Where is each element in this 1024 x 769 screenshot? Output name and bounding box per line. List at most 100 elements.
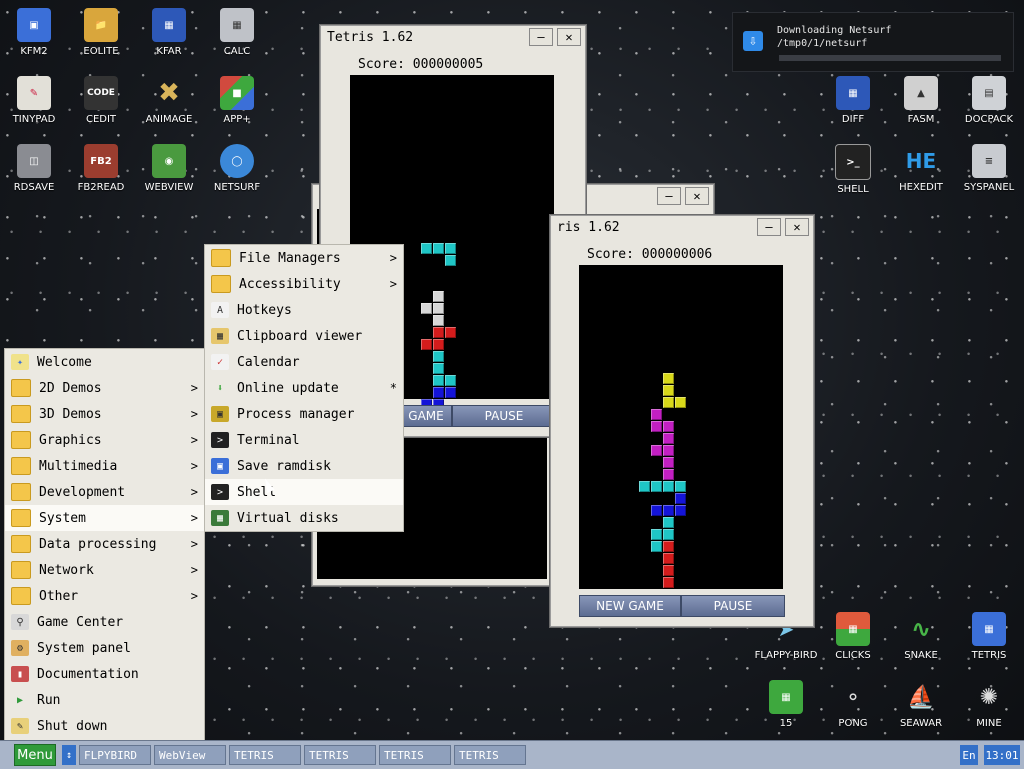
- pause-button[interactable]: PAUSE: [681, 595, 785, 617]
- desktop-icon-eolite[interactable]: 📁 EOLITE: [67, 8, 135, 57]
- start-menu-item-welcome[interactable]: ✦ Welcome: [5, 349, 204, 375]
- system-submenu: File Managers > Accessibility > A Hotkeys ▦ Cli…: [204, 244, 404, 532]
- desktop-icon-kfar[interactable]: ▦ KFAR: [135, 8, 203, 57]
- download-notification[interactable]: ⇩ Downloading Netsurf /tmp0/1/netsurf: [732, 12, 1014, 72]
- desktop-icon-app-plus[interactable]: ■ APP+: [203, 76, 271, 125]
- desktop-icon-hexedit[interactable]: HE HEXEDIT: [887, 144, 955, 193]
- task-button[interactable]: TETRIS: [229, 745, 301, 765]
- tetris-window-right[interactable]: ris 1.62 — ✕ Score: 000000006 NEW GAME P…: [550, 215, 814, 627]
- start-menu-item-game-center[interactable]: ⚲ Game Center: [5, 609, 204, 635]
- tetris-cell: [433, 303, 444, 314]
- welcome-icon: ✦: [11, 354, 29, 370]
- system-submenu-item-online-update[interactable]: ⬇ Online update *: [205, 375, 403, 401]
- menu-item-label: Run: [37, 692, 61, 708]
- hex-icon: HE: [905, 149, 937, 173]
- task-button[interactable]: TETRIS: [304, 745, 376, 765]
- system-submenu-item-calendar[interactable]: ✓ Calendar: [205, 349, 403, 375]
- desktop-icon-netsurf[interactable]: ◯ NETSURF: [203, 144, 271, 193]
- pause-button[interactable]: PAUSE: [452, 405, 556, 427]
- tetris-cell: [663, 433, 674, 444]
- folder-icon: [11, 457, 31, 475]
- desktop-icon-cedit[interactable]: CODE CEDIT: [67, 76, 135, 125]
- desktop-icon-docpack[interactable]: ▤ DOCPACK: [955, 76, 1023, 125]
- code-editor-icon: CODE: [84, 76, 118, 110]
- file-manager-icon: ▦: [152, 8, 186, 42]
- start-menu-item-3d-demos[interactable]: 3D Demos >: [5, 401, 204, 427]
- gears-icon: ⚙: [11, 640, 29, 656]
- start-menu-item-other[interactable]: Other >: [5, 583, 204, 609]
- menu-button-label: Menu: [17, 747, 53, 763]
- start-menu-item-run[interactable]: ▶ Run: [5, 687, 204, 713]
- clock[interactable]: 13:01: [984, 745, 1020, 765]
- window-titlebar[interactable]: Tetris 1.62 — ✕: [321, 26, 585, 48]
- desktop-icon-label: TETRIS: [971, 650, 1007, 661]
- task-button[interactable]: TETRIS: [454, 745, 526, 765]
- task-button[interactable]: WebView: [154, 745, 226, 765]
- start-menu-item-graphics[interactable]: Graphics >: [5, 427, 204, 453]
- system-submenu-item-virtual-disks[interactable]: ▦ Virtual disks: [205, 505, 403, 531]
- start-menu-item-2d-demos[interactable]: 2D Demos >: [5, 375, 204, 401]
- desktop-icon-label: NETSURF: [213, 182, 261, 193]
- tetris-cell: [663, 421, 674, 432]
- start-menu-item-shut-down[interactable]: ✎ Shut down: [5, 713, 204, 739]
- start-menu-item-network[interactable]: Network >: [5, 557, 204, 583]
- desktop-icon-fb2read[interactable]: FB2 FB2READ: [67, 144, 135, 193]
- desktop-icon-fasm[interactable]: ▲ FASM: [887, 76, 955, 125]
- new-game-button[interactable]: NEW GAME: [579, 595, 681, 617]
- minimize-button[interactable]: —: [529, 28, 553, 46]
- task-button[interactable]: FLPYBIRD: [79, 745, 151, 765]
- system-submenu-item-process-manager[interactable]: ▣ Process manager: [205, 401, 403, 427]
- start-menu-item-documentation[interactable]: ▮ Documentation: [5, 661, 204, 687]
- desktop-icon-calc[interactable]: ▦ CALC: [203, 8, 271, 57]
- language-indicator[interactable]: En: [960, 745, 978, 765]
- minimize-button[interactable]: —: [657, 187, 681, 205]
- tetris-cell: [433, 375, 444, 386]
- desktop-icon-kfm2[interactable]: ▣ KFM2: [0, 8, 68, 57]
- disk-save-icon: ◫: [17, 144, 51, 178]
- folder-icon: [11, 483, 31, 501]
- close-button[interactable]: ✕: [685, 187, 709, 205]
- tetris-cell: [651, 481, 662, 492]
- tetris-cell: [675, 493, 686, 504]
- desktop-icon-rdsave[interactable]: ◫ RDSAVE: [0, 144, 68, 193]
- close-button[interactable]: ✕: [785, 218, 809, 236]
- start-menu-item-system[interactable]: System >: [5, 505, 204, 531]
- task-label: WebView: [159, 748, 206, 762]
- desktop-icon-syspanel[interactable]: ≡ SYSPANEL: [955, 144, 1023, 193]
- desktop-icon-diff[interactable]: ▦ DIFF: [819, 76, 887, 125]
- desktop-icon-webview[interactable]: ◉ WEBVIEW: [135, 144, 203, 193]
- desktop-icon-animage[interactable]: ✖ ANIMAGE: [135, 76, 203, 125]
- tetris-cell: [663, 481, 674, 492]
- start-menu-item-data-processing[interactable]: Data processing >: [5, 531, 204, 557]
- snake-icon: ∿: [910, 615, 932, 643]
- window-titlebar[interactable]: ris 1.62 — ✕: [551, 216, 813, 238]
- menu-item-label: Calendar: [237, 354, 300, 370]
- desktop-icon-tetris[interactable]: ▦ TETRIS: [955, 612, 1023, 661]
- menu-item-label: Welcome: [37, 354, 92, 370]
- start-menu-item-development[interactable]: Development >: [5, 479, 204, 505]
- desktop-icon-tinypad[interactable]: ✎ TINYPAD: [0, 76, 68, 125]
- desktop-icon-snake[interactable]: ∿ SNAKE: [887, 612, 955, 661]
- start-menu-item-system-panel[interactable]: ⚙ System panel: [5, 635, 204, 661]
- menu-button[interactable]: Menu: [14, 744, 56, 766]
- task-button[interactable]: TETRIS: [379, 745, 451, 765]
- close-button[interactable]: ✕: [557, 28, 581, 46]
- desktop-icon-clicks[interactable]: ▦ CLICKS: [819, 612, 887, 661]
- desktop-icon-mine[interactable]: ✺ MINE: [955, 680, 1023, 730]
- system-submenu-item-accessibility[interactable]: Accessibility >: [205, 271, 403, 297]
- minimize-button[interactable]: —: [757, 218, 781, 236]
- start-menu-item-multimedia[interactable]: Multimedia >: [5, 453, 204, 479]
- system-submenu-item-save-ramdisk[interactable]: ▣ Save ramdisk: [205, 453, 403, 479]
- system-submenu-item-shell[interactable]: > Shell: [205, 479, 403, 505]
- system-submenu-item-file-managers[interactable]: File Managers >: [205, 245, 403, 271]
- tetris-cell: [675, 481, 686, 492]
- system-submenu-item-clipboard-viewer[interactable]: ▦ Clipboard viewer: [205, 323, 403, 349]
- scroll-tasks-icon[interactable]: ↕: [62, 745, 76, 765]
- gamepad-icon: ⚲: [11, 614, 29, 630]
- desktop-icon-shell[interactable]: >_ SHELL: [819, 144, 887, 195]
- system-submenu-item-hotkeys[interactable]: A Hotkeys: [205, 297, 403, 323]
- desktop-icon-pong[interactable]: ⚬ PONG: [819, 680, 887, 729]
- system-submenu-item-terminal[interactable]: > Terminal: [205, 427, 403, 453]
- desktop-icon-seawar[interactable]: ⛵ SEAWAR: [887, 680, 955, 730]
- desktop-icon-15[interactable]: ▦ 15: [751, 680, 821, 729]
